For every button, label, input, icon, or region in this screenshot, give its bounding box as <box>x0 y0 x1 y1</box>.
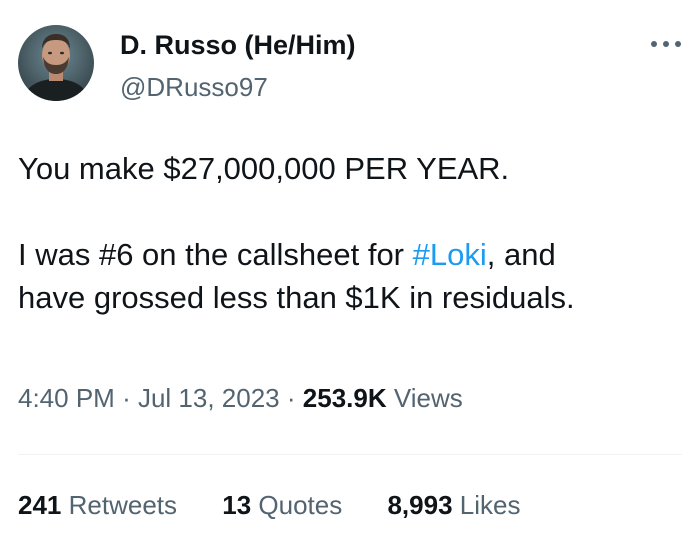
divider <box>18 454 682 455</box>
likes-stat-link[interactable]: 8,993 Likes <box>387 487 520 523</box>
tweet-card: D. Russo (He/Him) @DRusso97 You make $27… <box>0 0 700 551</box>
tweet-text-line: have grossed less than $1K in residuals. <box>18 280 575 315</box>
tweet-date-link[interactable]: Jul 13, 2023 <box>138 383 280 413</box>
quotes-stat-link[interactable]: 13 Quotes <box>222 487 342 523</box>
tweet-time-link[interactable]: 4:40 PM <box>18 383 115 413</box>
likes-count: 8,993 <box>387 490 453 520</box>
views-count: 253.9K <box>302 383 387 413</box>
quotes-count: 13 <box>222 490 252 520</box>
tweet-text-segment: , and <box>486 237 556 272</box>
author-handle[interactable]: @DRusso97 <box>120 70 268 104</box>
tweet-text-line: I was #6 on the callsheet for #Loki, and <box>18 233 688 276</box>
avatar[interactable] <box>18 25 94 101</box>
tweet-text: You make $27,000,000 PER YEAR. I was #6 … <box>18 147 688 319</box>
meta-separator: · <box>122 383 131 413</box>
hashtag-link[interactable]: #Loki <box>413 237 487 272</box>
likes-label: Likes <box>459 490 521 520</box>
retweets-label: Retweets <box>68 490 178 520</box>
views: 253.9K Views <box>303 383 463 413</box>
tweet-meta: 4:40 PM · Jul 13, 2023 · 253.9K Views <box>18 380 463 416</box>
retweets-count: 241 <box>18 490 62 520</box>
views-label: Views <box>393 383 463 413</box>
more-horizontal-icon <box>651 41 681 47</box>
engagement-stats: 241 Retweets 13 Quotes 8,993 Likes <box>18 487 520 523</box>
tweet-text-segment: I was #6 on the callsheet for <box>18 237 413 272</box>
tweet-text-line: You make $27,000,000 PER YEAR. <box>18 151 510 186</box>
retweets-stat-link[interactable]: 241 Retweets <box>18 487 177 523</box>
more-options-button[interactable] <box>648 34 684 54</box>
meta-separator: · <box>286 383 296 413</box>
quotes-label: Quotes <box>258 490 343 520</box>
avatar-image <box>18 25 94 101</box>
author-display-name[interactable]: D. Russo (He/Him) <box>120 28 356 62</box>
